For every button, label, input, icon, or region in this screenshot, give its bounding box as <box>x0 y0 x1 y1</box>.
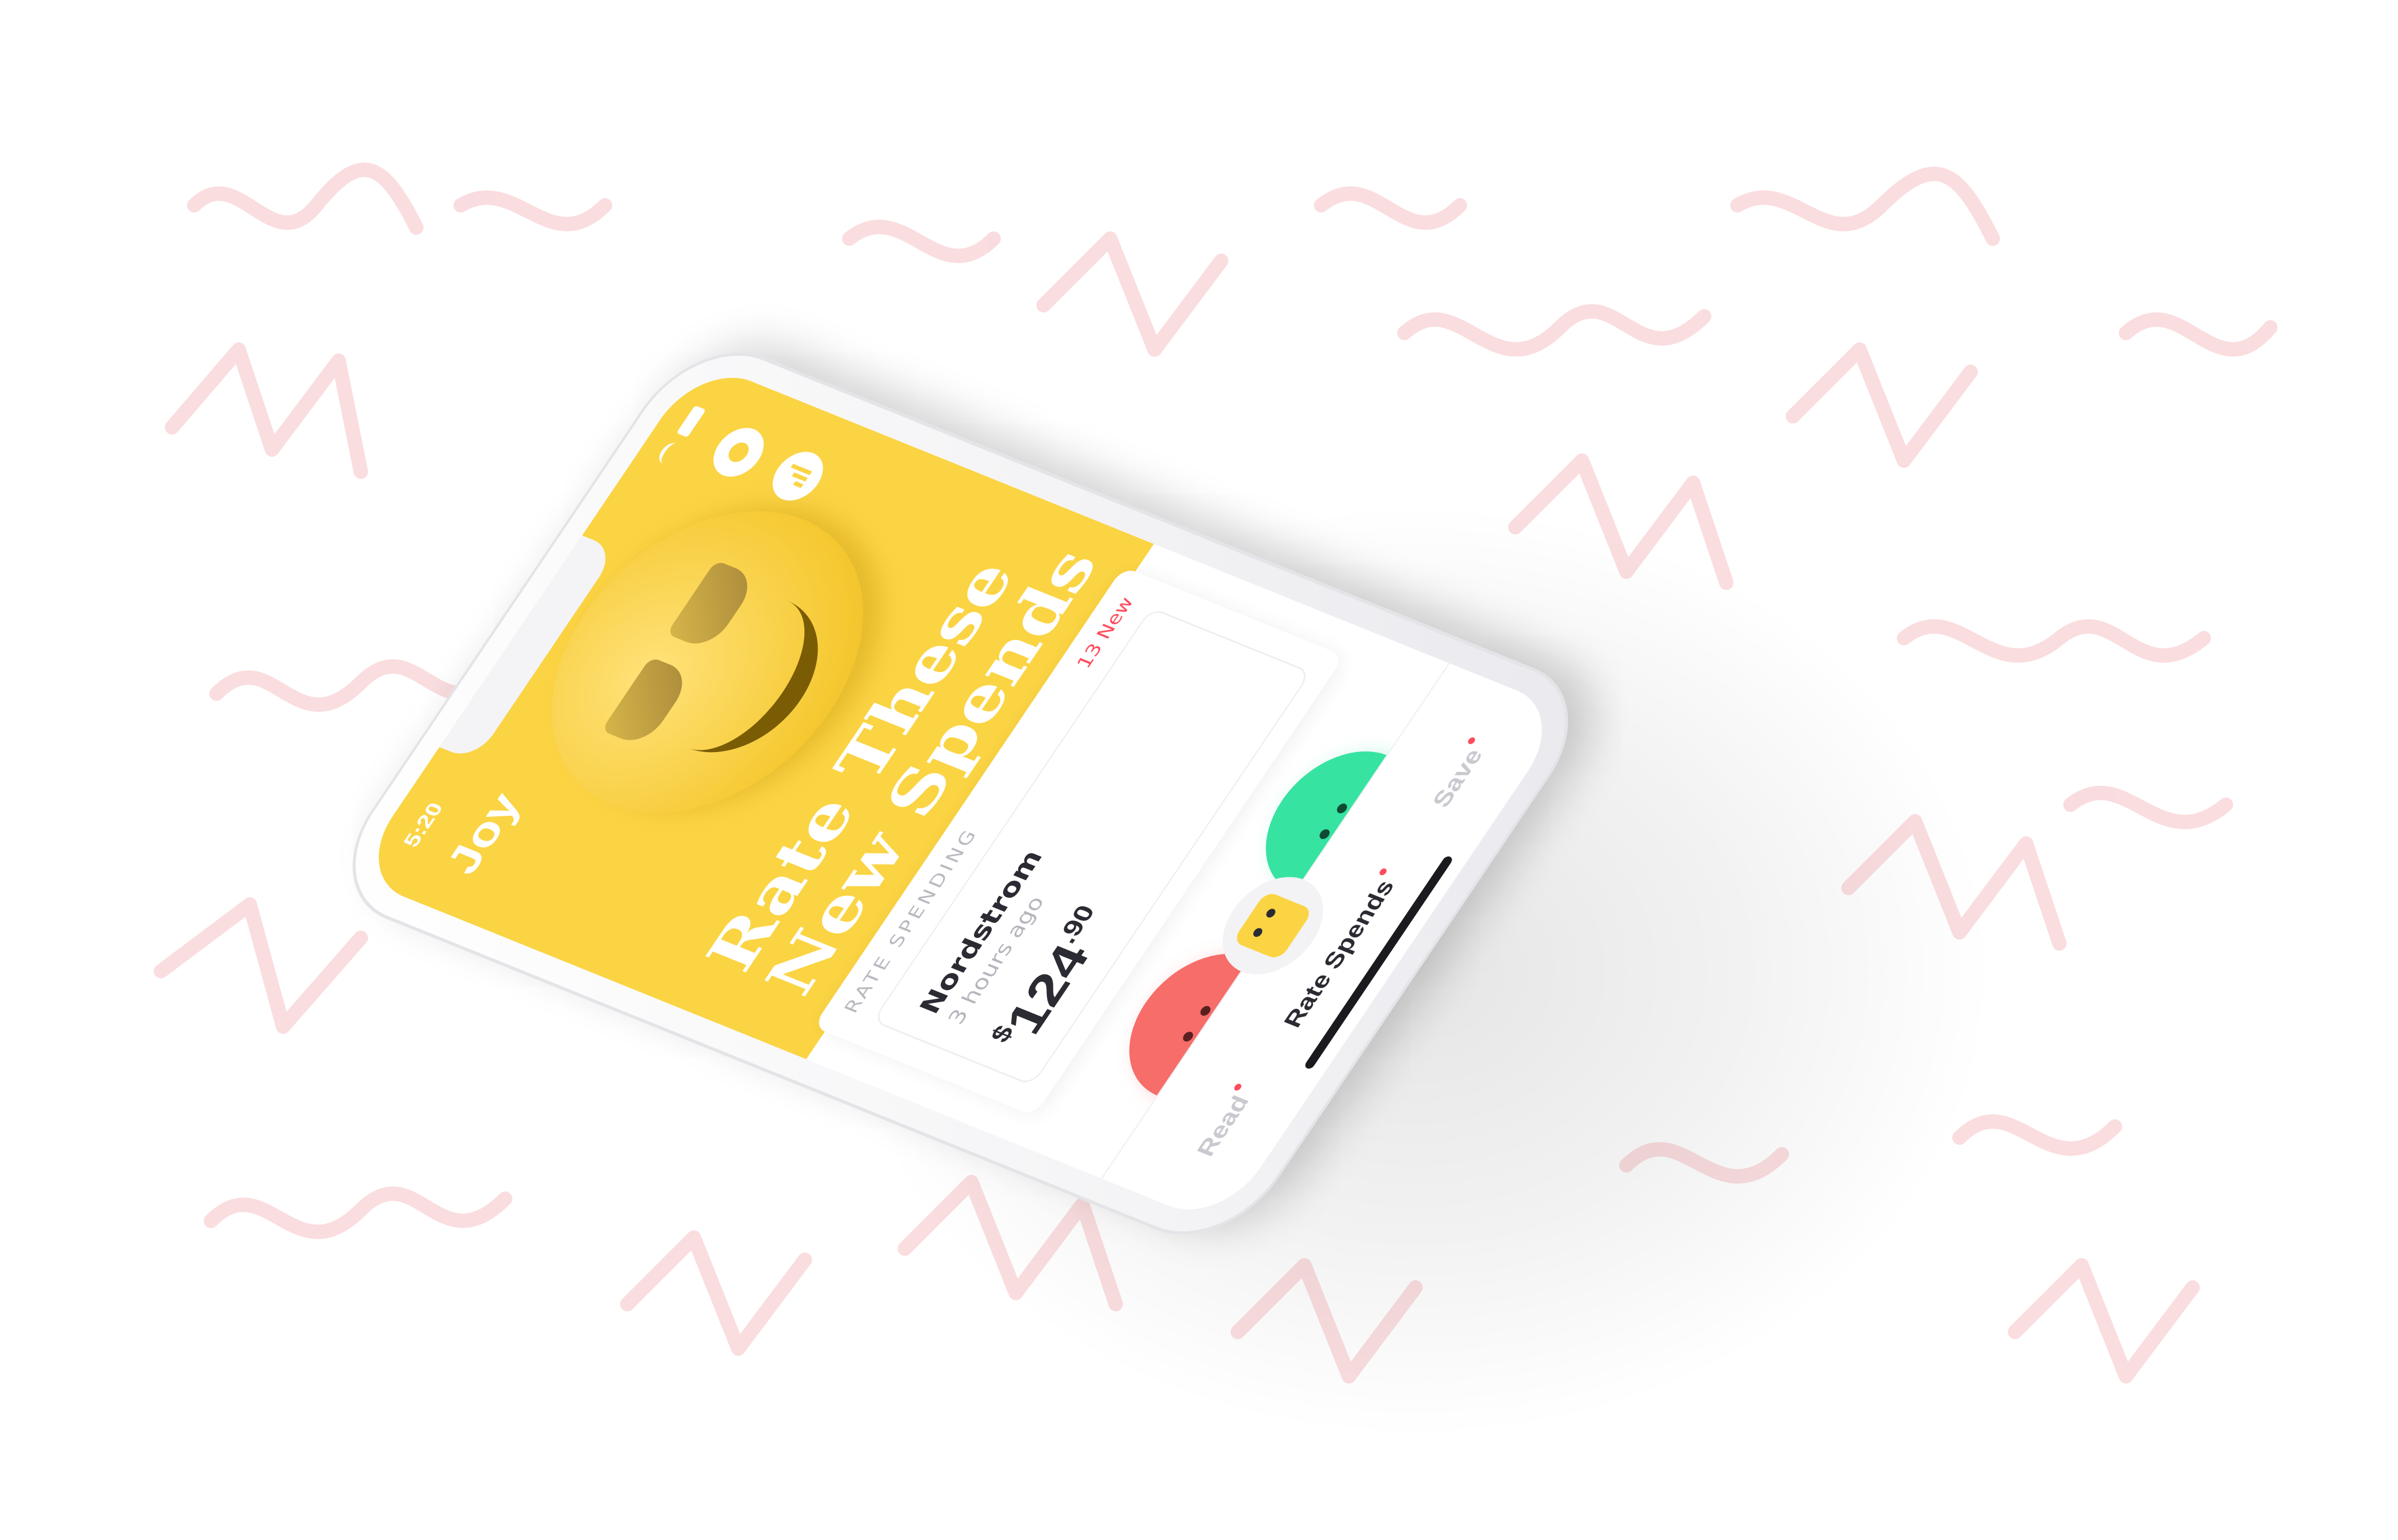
tab-save[interactable]: Save <box>1427 736 1495 811</box>
notification-dot <box>1233 1083 1243 1092</box>
stats-button[interactable] <box>762 445 833 507</box>
battery-icon <box>676 405 706 438</box>
transaction-amount: $124.90 <box>984 901 1125 1056</box>
amount-cents: .90 <box>1051 901 1101 947</box>
bar-chart-icon <box>793 481 804 488</box>
notification-dot <box>1378 867 1388 876</box>
tab-read-label: Read <box>1192 1092 1255 1160</box>
tab-save-label: Save <box>1427 745 1488 811</box>
tab-read[interactable]: Read <box>1192 1083 1261 1160</box>
user-icon <box>724 440 753 465</box>
stage: 5:20 Joy Rate These New Spends RATE SPEN… <box>0 0 2398 1540</box>
bar-chart-icon-bar <box>792 472 808 482</box>
robot-icon <box>1232 891 1314 961</box>
status-time: 5:20 <box>398 799 448 850</box>
profile-button[interactable] <box>703 421 774 483</box>
brand-logo: Joy <box>436 787 531 881</box>
wifi-icon <box>655 440 684 467</box>
notification-dot <box>1467 736 1477 745</box>
